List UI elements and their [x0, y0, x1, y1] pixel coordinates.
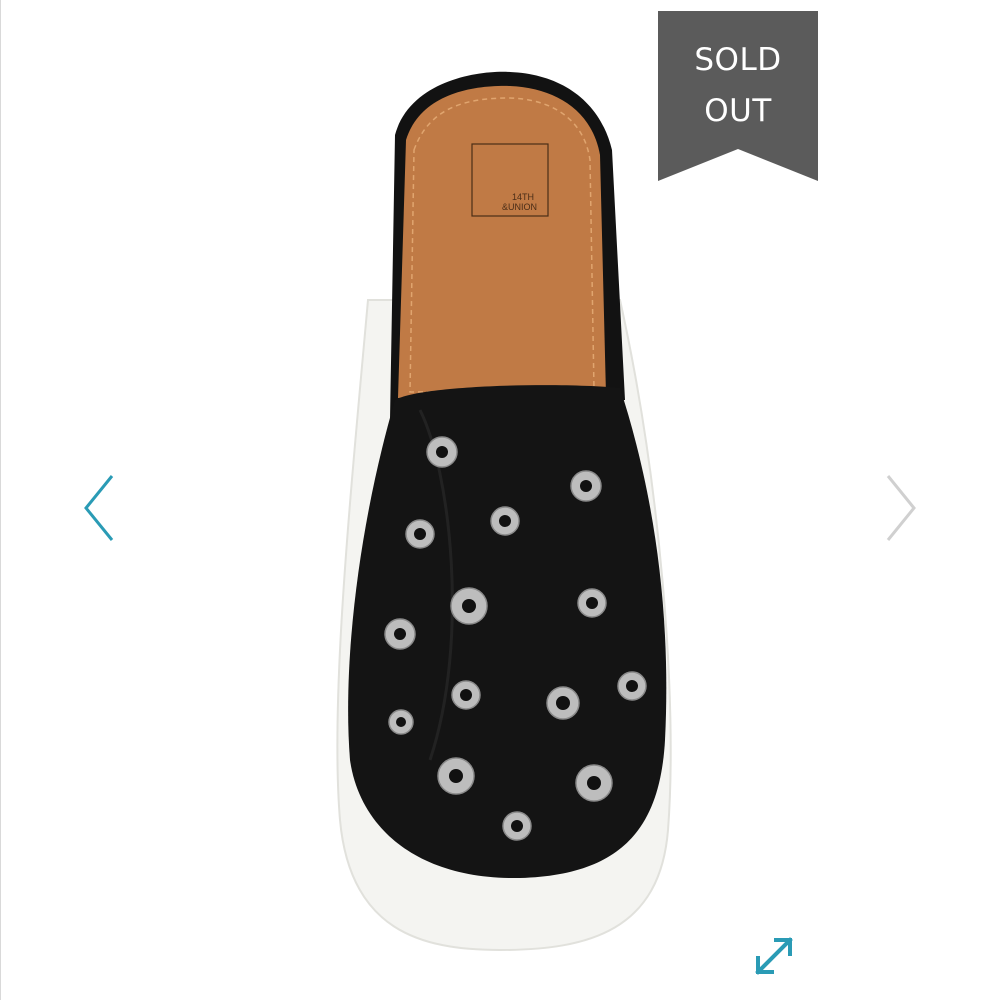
product-image: 14TH &UNION [336, 71, 672, 952]
chevron-right-icon [886, 475, 916, 541]
next-image-button[interactable] [880, 468, 920, 548]
brand-logo-line2: &UNION [502, 202, 537, 212]
expand-icon [755, 937, 793, 975]
previous-image-button[interactable] [80, 468, 120, 548]
sold-out-badge: SOLD OUT [658, 11, 818, 181]
badge-text-line1: SOLD [694, 42, 782, 78]
expand-image-button[interactable] [750, 932, 798, 980]
image-viewer: 14TH &UNION SOLD OUT [0, 0, 1000, 1000]
insole [398, 85, 606, 399]
chevron-left-icon [84, 475, 114, 541]
brand-logo-line1: 14TH [512, 192, 534, 202]
badge-text-line2: OUT [704, 93, 772, 129]
